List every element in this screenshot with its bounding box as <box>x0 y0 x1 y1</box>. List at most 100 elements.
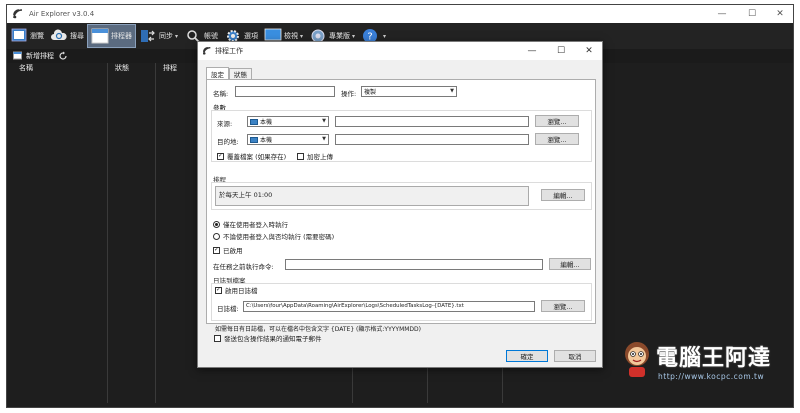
dialog-minimize-button[interactable]: — <box>518 42 546 60</box>
column-status[interactable]: 狀態 <box>115 63 129 73</box>
watermark-url: http://www.kocpc.com.tw <box>658 372 765 381</box>
run-when-logged-on-radio[interactable]: 僅在使用者登入時執行 <box>213 219 288 229</box>
cloud-search-icon <box>50 27 68 45</box>
settings-panel: 名稱: 操作: 複製 ▼ 參數 來源: 本機 ▼ 瀏覽... 目的地: 本機 ▼… <box>206 79 596 333</box>
checkbox-box: ✓ <box>217 152 224 160</box>
refresh-icon[interactable] <box>58 51 68 61</box>
schedule-summary: 於每天上午 01:00 <box>215 186 529 206</box>
operation-label: 操作: <box>341 90 357 98</box>
scheduled-task-dialog: 排程工作 — ☐ ✕ 設定 狀態 名稱: 操作: 複製 ▼ 參數 來源: 本機 … <box>197 41 603 368</box>
dialog-maximize-button[interactable]: ☐ <box>547 42 575 60</box>
dialog-title: 排程工作 <box>215 47 243 55</box>
column-divider <box>107 63 108 403</box>
destination-browse-button[interactable]: 瀏覽... <box>535 133 579 145</box>
new-task-button[interactable]: 新增排程 <box>13 51 54 61</box>
chevron-down-icon: ▼ <box>322 118 326 124</box>
watermark-text: 電腦王阿達 <box>656 345 772 371</box>
toolbar-button-label: 排程器 <box>111 32 132 40</box>
log-browse-button[interactable]: 瀏覽... <box>541 300 585 312</box>
chevron-down-icon: ▾ <box>352 32 356 40</box>
source-path-input[interactable] <box>335 116 529 127</box>
operation-value: 複製 <box>364 89 377 96</box>
tab-settings[interactable]: 設定 <box>206 67 229 79</box>
maximize-button[interactable]: ☐ <box>737 5 767 23</box>
watermark: 電腦王阿達 http://www.kocpc.com.tw <box>620 337 790 387</box>
minimize-button[interactable]: — <box>707 5 737 23</box>
column-schedule[interactable]: 排程 <box>163 63 177 73</box>
operation-select[interactable]: 複製 ▼ <box>361 86 457 97</box>
destination-path-input[interactable] <box>335 134 529 145</box>
toolbar-button-label: 搜尋 <box>70 32 84 40</box>
email-label: 發送包含操作結果的通知電子郵件 <box>224 335 322 343</box>
enabled-label: 已啟用 <box>223 247 243 255</box>
destination-label: 目的地: <box>217 138 239 146</box>
enable-log-label: 啟用日誌檔 <box>225 287 258 295</box>
log-date-hint: 如需每日有日誌檔，可以在檔名中包含文字 {DATE} (顯示格式:YYYYMMD… <box>215 326 422 333</box>
checkbox-box <box>214 334 221 342</box>
name-input[interactable] <box>235 86 335 97</box>
cancel-button[interactable]: 取消 <box>554 350 596 362</box>
title-bar: Air Explorer v3.0.4 — ☐ ✕ <box>7 5 793 23</box>
scheduler-icon <box>91 27 109 45</box>
checkbox-box: ✓ <box>215 286 222 294</box>
enabled-checkbox[interactable]: ✓ 已啟用 <box>213 245 243 255</box>
dialog-close-button[interactable]: ✕ <box>575 42 603 60</box>
toolbar-button-label: 專業版 <box>329 32 351 40</box>
dialog-title-bar: 排程工作 — ☐ ✕ <box>198 42 602 60</box>
close-button[interactable]: ✕ <box>765 5 795 23</box>
computer-icon <box>250 136 258 143</box>
source-browse-button[interactable]: 瀏覽... <box>535 115 579 127</box>
mascot-logo-icon <box>625 342 649 377</box>
toolbar-button-browse[interactable]: 瀏覽 <box>7 24 47 48</box>
browse-icon <box>10 27 28 45</box>
new-task-label: 新增排程 <box>26 52 54 60</box>
run-logged-on-label: 僅在使用者登入時執行 <box>223 221 288 229</box>
log-file-label: 日誌檔: <box>217 305 239 313</box>
destination-value: 本機 <box>260 137 273 144</box>
ok-button[interactable]: 確定 <box>506 350 548 362</box>
toolbar-button-label: 同步 <box>159 32 173 40</box>
chevron-down-icon: ▼ <box>322 136 326 142</box>
chevron-down-icon: ▼ <box>450 88 454 94</box>
toolbar-button-label: 帳號 <box>204 32 219 40</box>
computer-icon <box>250 118 258 125</box>
encrypt-upload-checkbox[interactable]: 加密上傳 <box>297 151 333 161</box>
edit-schedule-button[interactable]: 編輯... <box>541 189 585 201</box>
radio-dot <box>213 220 220 228</box>
email-notification-checkbox[interactable]: 發送包含操作結果的通知電子郵件 <box>214 333 322 343</box>
overwrite-label: 覆蓋檔案 (如果存在) <box>227 153 287 161</box>
tab-status[interactable]: 狀態 <box>229 68 252 79</box>
toolbar-button-label: 選項 <box>244 32 259 40</box>
encrypt-label: 加密上傳 <box>307 153 333 161</box>
edit-command-button[interactable]: 編輯... <box>549 258 591 270</box>
app-logo-icon <box>11 7 25 21</box>
pre-command-input[interactable] <box>285 259 543 270</box>
toolbar-button-label: 瀏覽 <box>30 32 44 40</box>
destination-select[interactable]: 本機 ▼ <box>247 134 329 145</box>
toolbar-button-sync[interactable]: 同步 ▾ <box>136 24 181 48</box>
checkbox-box: ✓ <box>213 246 220 254</box>
column-divider <box>155 63 156 403</box>
chevron-down-icon: ▾ <box>175 32 179 40</box>
new-task-icon <box>13 51 23 61</box>
column-name[interactable]: 名稱 <box>19 63 33 73</box>
pre-command-label: 在任務之前執行命令: <box>213 263 274 271</box>
dialog-tabs: 設定 狀態 <box>206 67 252 79</box>
chevron-down-icon: ▾ <box>383 32 387 40</box>
overwrite-checkbox[interactable]: ✓ 覆蓋檔案 (如果存在) <box>217 151 286 161</box>
run-always-radio[interactable]: 不論使用者登入與否均執行 (需要密碼) <box>213 231 334 241</box>
toolbar-button-scheduler[interactable]: 排程器 <box>87 24 136 48</box>
radio-dot <box>213 232 220 240</box>
toolbar-button-label: 檢視 <box>284 32 299 40</box>
window-title: Air Explorer v3.0.4 <box>29 10 95 18</box>
toolbar-button-cloud-search[interactable]: 搜尋 <box>47 24 87 48</box>
source-label: 來源: <box>217 120 233 128</box>
name-label: 名稱: <box>213 90 229 98</box>
source-select[interactable]: 本機 ▼ <box>247 116 329 127</box>
enable-log-checkbox[interactable]: ✓ 啟用日誌檔 <box>215 285 258 295</box>
source-value: 本機 <box>260 119 273 126</box>
checkbox-box <box>297 152 304 160</box>
log-file-input[interactable]: C:\Users\four\AppData\Roaming\AirExplore… <box>243 301 535 312</box>
run-always-label: 不論使用者登入與否均執行 (需要密碼) <box>223 233 335 241</box>
dialog-app-icon <box>202 46 212 56</box>
